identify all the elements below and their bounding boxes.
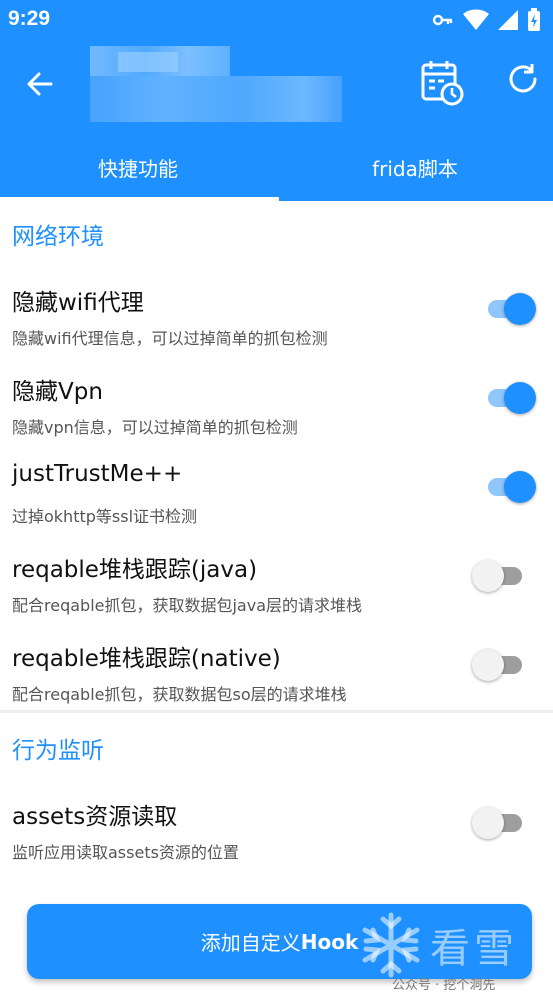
toggle-reqable-java[interactable] (472, 558, 526, 594)
battery-charging-icon (528, 8, 540, 31)
item-desc: 配合reqable抓包，获取数据包java层的请求堆栈 (12, 596, 363, 615)
tab-frida-scripts[interactable]: frida脚本 (277, 136, 553, 198)
section-title-behavior: 行为监听 (12, 738, 104, 764)
section-title-network: 网络环境 (12, 224, 104, 250)
item-title: reqable堆栈跟踪(native) (12, 646, 281, 672)
item-desc: 配合reqable抓包，获取数据包so层的请求堆栈 (12, 685, 347, 704)
item-title: 隐藏Vpn (12, 379, 103, 405)
add-custom-hook-button[interactable]: 添加自定义 Hook (27, 904, 532, 979)
item-title: 隐藏wifi代理 (12, 290, 144, 316)
add-button-label: 添加自定义 (200, 931, 301, 955)
item-desc: 隐藏vpn信息，可以过掉简单的抓包检测 (12, 418, 298, 437)
add-button-label-bold: Hook (300, 929, 359, 954)
toolbar (0, 40, 553, 136)
item-title: justTrustMe++ (12, 461, 183, 487)
item-desc: 过掉okhttp等ssl证书检测 (12, 507, 198, 526)
item-desc: 隐藏wifi代理信息，可以过掉简单的抓包检测 (12, 329, 328, 348)
status-icons (431, 8, 541, 32)
status-time: 9:29 (8, 7, 51, 30)
schedule-button[interactable] (418, 58, 468, 108)
calendar-clock-icon (421, 61, 464, 106)
refresh-button[interactable] (506, 62, 546, 102)
signal-icon (498, 10, 518, 30)
section-divider (0, 710, 553, 713)
toggle-assets-read[interactable] (472, 805, 526, 841)
tab-indicator (0, 197, 279, 201)
item-title: assets资源读取 (12, 804, 178, 830)
item-title: reqable堆栈跟踪(java) (12, 557, 258, 583)
item-desc: 监听应用读取assets资源的位置 (12, 843, 239, 862)
arrow-left-icon (27, 72, 53, 96)
toggle-hide-wifi-proxy[interactable] (482, 291, 536, 327)
key-icon (432, 14, 453, 26)
wifi-icon (463, 9, 489, 30)
app-bar: 9:29 快捷功能 frida脚本 (0, 0, 553, 201)
status-bar: 9:29 (0, 0, 553, 40)
refresh-icon (509, 64, 537, 93)
tab-bar: 快捷功能 frida脚本 (0, 136, 553, 201)
back-button[interactable] (20, 64, 60, 104)
app-title-redacted (90, 46, 342, 122)
toggle-just-trust-me[interactable] (482, 469, 536, 505)
tab-quick-functions[interactable]: 快捷功能 (0, 136, 276, 198)
toggle-hide-vpn[interactable] (482, 380, 536, 416)
toggle-reqable-native[interactable] (472, 647, 526, 683)
